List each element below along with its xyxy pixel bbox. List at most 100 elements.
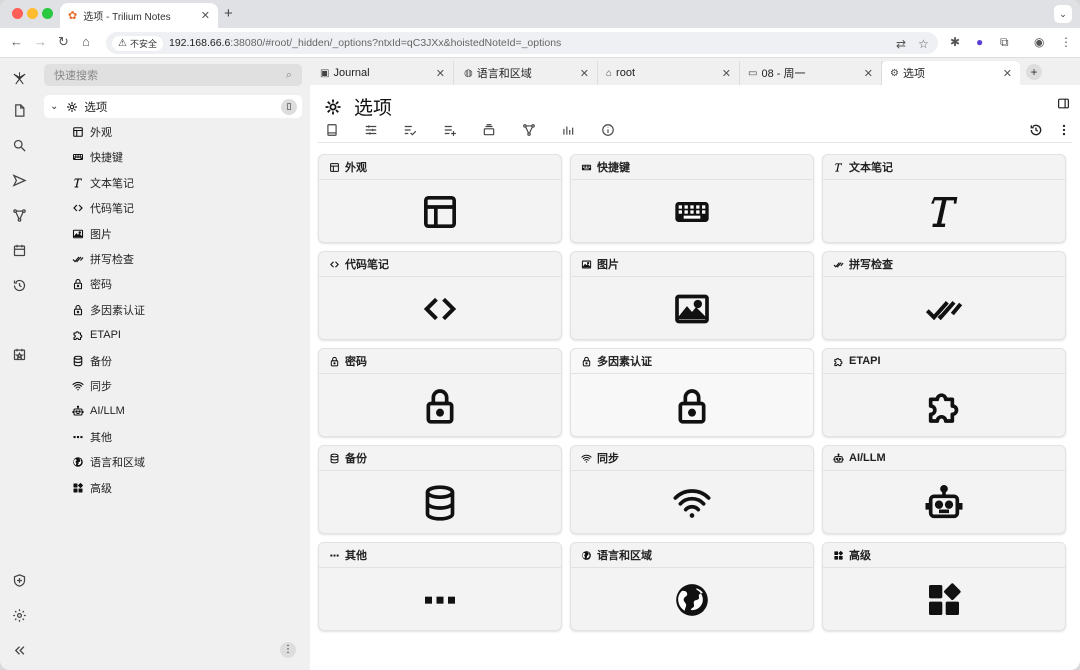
- minimize-window-button[interactable]: [27, 8, 38, 19]
- new-note-tab-button[interactable]: +: [1026, 64, 1042, 80]
- new-tab-button[interactable]: +: [224, 5, 233, 22]
- tree-root-options[interactable]: ⌄ 选项 ▯: [44, 95, 302, 118]
- bookmark-calendar-icon[interactable]: [9, 344, 29, 364]
- close-window-button[interactable]: [12, 8, 23, 19]
- reload-icon[interactable]: ↻: [58, 34, 69, 50]
- tree-item[interactable]: 图片: [72, 224, 112, 244]
- options-card[interactable]: 图片: [570, 251, 814, 340]
- tab-root[interactable]: ⌂ root ✕: [598, 61, 740, 85]
- options-card[interactable]: 拼写检查: [822, 251, 1066, 340]
- tree-item[interactable]: 快捷键: [72, 147, 123, 167]
- tree-item[interactable]: ETAPI: [72, 325, 121, 345]
- tree-item[interactable]: 外观: [72, 122, 112, 142]
- search-icon[interactable]: ⌕: [286, 69, 292, 82]
- home-icon[interactable]: ⌂: [82, 34, 90, 49]
- note-revisions-icon[interactable]: [1028, 122, 1044, 138]
- tree-item[interactable]: 语言和区域: [72, 452, 145, 472]
- avatar[interactable]: ◉: [1034, 35, 1044, 49]
- security-badge[interactable]: ⚠ 不安全: [112, 35, 163, 51]
- tab-day-note[interactable]: ▭ 08 - 周一 ✕: [740, 61, 882, 85]
- calendar-icon[interactable]: [9, 240, 29, 260]
- options-card[interactable]: 文本笔记: [822, 154, 1066, 243]
- options-card[interactable]: 备份: [318, 445, 562, 534]
- close-tab-icon[interactable]: ✕: [436, 67, 445, 80]
- options-card[interactable]: 多因素认证: [570, 348, 814, 437]
- options-card[interactable]: 其他: [318, 542, 562, 631]
- keyboard-icon: [72, 151, 90, 163]
- options-card[interactable]: 密码: [318, 348, 562, 437]
- card-title: 高级: [849, 550, 871, 562]
- chevron-down-icon[interactable]: ⌄: [50, 101, 58, 112]
- close-tab-icon[interactable]: ✕: [1003, 67, 1012, 80]
- quick-search-input[interactable]: 快速搜索 ⌕: [44, 64, 302, 86]
- trilium-logo-icon[interactable]: [9, 68, 29, 88]
- forward-icon[interactable]: →: [34, 34, 47, 49]
- options-card[interactable]: ETAPI: [822, 348, 1066, 437]
- tree-item[interactable]: 高级: [72, 478, 112, 498]
- note-map-icon[interactable]: [521, 122, 537, 138]
- recent-changes-icon[interactable]: [9, 275, 29, 295]
- robot-icon: [924, 483, 964, 523]
- translate-icon[interactable]: ⇄: [896, 37, 906, 51]
- similar-notes-icon[interactable]: [560, 122, 576, 138]
- options-card[interactable]: AI/LLM: [822, 445, 1066, 534]
- tree-item[interactable]: 密码: [72, 274, 112, 294]
- options-card[interactable]: 代码笔记: [318, 251, 562, 340]
- bookmark-star-icon[interactable]: ☆: [918, 37, 929, 51]
- maximize-window-button[interactable]: [42, 8, 53, 19]
- tab-label: 选项: [902, 68, 925, 80]
- options-card[interactable]: 语言和区域: [570, 542, 814, 631]
- search-icon[interactable]: [9, 135, 29, 155]
- close-tab-icon[interactable]: ✕: [722, 67, 731, 80]
- tab-search-button[interactable]: ⌄: [1054, 5, 1072, 23]
- page-title[interactable]: 选项: [354, 93, 392, 120]
- tree-item[interactable]: AI/LLM: [72, 401, 125, 421]
- close-tab-icon[interactable]: ✕: [201, 9, 210, 22]
- options-card[interactable]: 高级: [822, 542, 1066, 631]
- close-tab-icon[interactable]: ✕: [864, 67, 873, 80]
- shield-icon[interactable]: [9, 570, 29, 590]
- settings-gear-icon[interactable]: [9, 605, 29, 625]
- collapse-sidebar-icon[interactable]: [9, 640, 29, 660]
- toggle-right-pane-icon[interactable]: [1057, 97, 1070, 113]
- tree-item[interactable]: 多因素认证: [72, 300, 145, 320]
- tree-more-options-button[interactable]: ⋮: [280, 642, 296, 658]
- tab-journal[interactable]: ▣ Journal ✕: [312, 61, 454, 85]
- inherited-attributes-icon[interactable]: [402, 122, 418, 138]
- options-card[interactable]: 外观: [318, 154, 562, 243]
- tab-options[interactable]: ⚙ 选项 ✕: [882, 61, 1020, 85]
- book-properties-icon[interactable]: [324, 122, 340, 138]
- collapse-tree-icon[interactable]: ▯: [281, 98, 297, 115]
- extensions-puzzle-icon[interactable]: ⧉: [1000, 35, 1009, 50]
- wifi-icon: [72, 380, 90, 392]
- tree-item[interactable]: 其他: [72, 427, 112, 447]
- note-map-icon[interactable]: [9, 205, 29, 225]
- options-card[interactable]: 快捷键: [570, 154, 814, 243]
- lock-icon: [581, 356, 597, 367]
- note-paths-icon[interactable]: [481, 122, 497, 138]
- extension-icon[interactable]: ●: [976, 35, 983, 49]
- text-icon: [72, 177, 90, 189]
- tree-item[interactable]: 拼写检查: [72, 249, 134, 269]
- card-body: [319, 471, 561, 533]
- back-icon[interactable]: ←: [10, 34, 23, 49]
- new-note-icon[interactable]: [9, 100, 29, 120]
- tree-item[interactable]: 代码笔记: [72, 198, 134, 218]
- lock-icon: [72, 278, 90, 290]
- owned-attributes-icon[interactable]: [363, 122, 379, 138]
- extension-icon[interactable]: ✱: [950, 35, 960, 49]
- card-body: [319, 374, 561, 436]
- browser-tab[interactable]: ✿ 选项 - Trilium Notes ✕: [60, 3, 218, 28]
- note-actions-icon[interactable]: [1056, 122, 1072, 138]
- note-info-icon[interactable]: [600, 122, 616, 138]
- tree-item[interactable]: 同步: [72, 376, 112, 396]
- close-tab-icon[interactable]: ✕: [580, 67, 589, 80]
- address-bar[interactable]: ⚠ 不安全 192.168.66.6 :38080/#root/_hidden/…: [106, 32, 938, 54]
- jump-to-icon[interactable]: [9, 170, 29, 190]
- promoted-attributes-icon[interactable]: [442, 122, 458, 138]
- browser-menu-icon[interactable]: ⋮: [1060, 35, 1072, 49]
- options-card[interactable]: 同步: [570, 445, 814, 534]
- tree-item[interactable]: 文本笔记: [72, 173, 134, 193]
- tree-item[interactable]: 备份: [72, 351, 112, 371]
- tab-language[interactable]: ◍ 语言和区域 ✕: [456, 61, 598, 85]
